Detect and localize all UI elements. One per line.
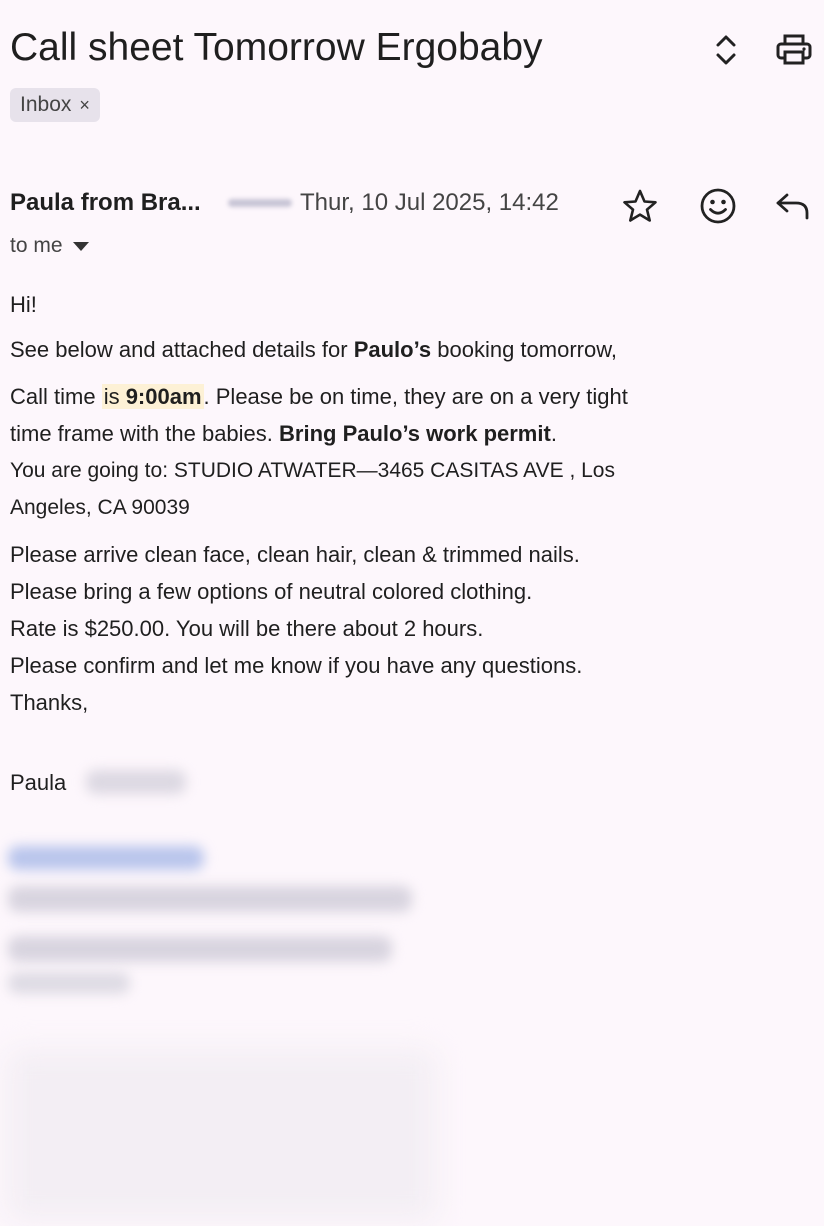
message-date: Thur, 10 Jul 2025, 14:42 <box>300 189 559 216</box>
email-subject: Call sheet Tomorrow Ergobaby <box>10 26 543 69</box>
redacted-image-area <box>6 1050 436 1220</box>
chevrons-up-down-icon <box>716 35 736 65</box>
body-line-1: See below and attached details for Paulo… <box>10 331 810 368</box>
body-line-2: Call time is 9:00am. Please be on time, … <box>10 378 810 415</box>
text-span: Call time <box>10 384 102 409</box>
highlighted-text: is 9:00am <box>101 384 204 409</box>
emoji-icon <box>700 188 736 224</box>
subject-row: Call sheet Tomorrow Ergobaby <box>10 26 814 76</box>
bold-text: Bring Paulo’s work permit <box>279 421 551 446</box>
message-body-top: Hi! See below and attached details for P… <box>10 286 810 368</box>
text-span: time frame with the babies. <box>10 421 280 446</box>
bold-text: Paulo’s <box>353 337 432 362</box>
star-icon <box>623 189 657 222</box>
remove-label-icon[interactable]: × <box>79 95 90 116</box>
star-button[interactable] <box>620 186 660 226</box>
redacted-signature-email <box>8 846 204 870</box>
recipient-details-toggle[interactable]: to me <box>10 234 89 258</box>
redacted-signature-phone <box>8 886 412 912</box>
instruction-line: Please bring a few options of neutral co… <box>10 579 533 604</box>
expand-collapse-button[interactable] <box>710 30 742 70</box>
instruction-line: Please arrive clean face, clean hair, cl… <box>10 542 580 567</box>
text-span: . Please be on time, they are on a very … <box>203 384 628 409</box>
sender-email-redacted <box>228 199 292 207</box>
redacted-signature-extra <box>8 972 130 994</box>
printer-icon <box>776 34 812 65</box>
text-span: See below and attached details for <box>10 337 354 362</box>
sender-name[interactable]: Paula from Bra... <box>10 189 201 217</box>
message-header: Paula from Bra... Thur, 10 Jul 2025, 14:… <box>10 186 814 224</box>
confirm-line: Please confirm and let me know if you ha… <box>10 653 583 678</box>
add-reaction-button[interactable] <box>698 186 738 226</box>
caret-down-icon <box>72 241 89 251</box>
text-span: booking tomorrow, <box>431 337 617 362</box>
message-body-address: You are going to: STUDIO ATWATER—3465 CA… <box>10 452 810 526</box>
print-button[interactable] <box>772 32 816 68</box>
message-body-instructions: Please arrive clean face, clean hair, cl… <box>10 536 810 721</box>
label-chip-inbox[interactable]: Inbox × <box>10 88 100 122</box>
reply-button[interactable] <box>772 188 812 224</box>
text-span: is <box>103 384 126 409</box>
reply-icon <box>776 193 809 220</box>
text-span: . <box>550 421 557 446</box>
body-line-3: time frame with the babies. Bring Paulo’… <box>10 415 810 452</box>
label-chip-text: Inbox <box>20 93 72 116</box>
redacted-surname <box>86 770 186 794</box>
redacted-signature-company <box>8 936 392 962</box>
recipient-label: to me <box>10 234 63 257</box>
message-body-call: Call time is 9:00am. Please be on time, … <box>10 378 810 452</box>
address-line-2: Angeles, CA 90039 <box>10 496 190 519</box>
thanks-line: Thanks, <box>10 690 89 715</box>
address-line-1: You are going to: STUDIO ATWATER—3465 CA… <box>10 459 615 482</box>
greeting: Hi! <box>10 292 37 317</box>
call-time: 9:00am <box>125 384 202 409</box>
rate-line: Rate is $250.00. You will be there about… <box>10 616 484 641</box>
